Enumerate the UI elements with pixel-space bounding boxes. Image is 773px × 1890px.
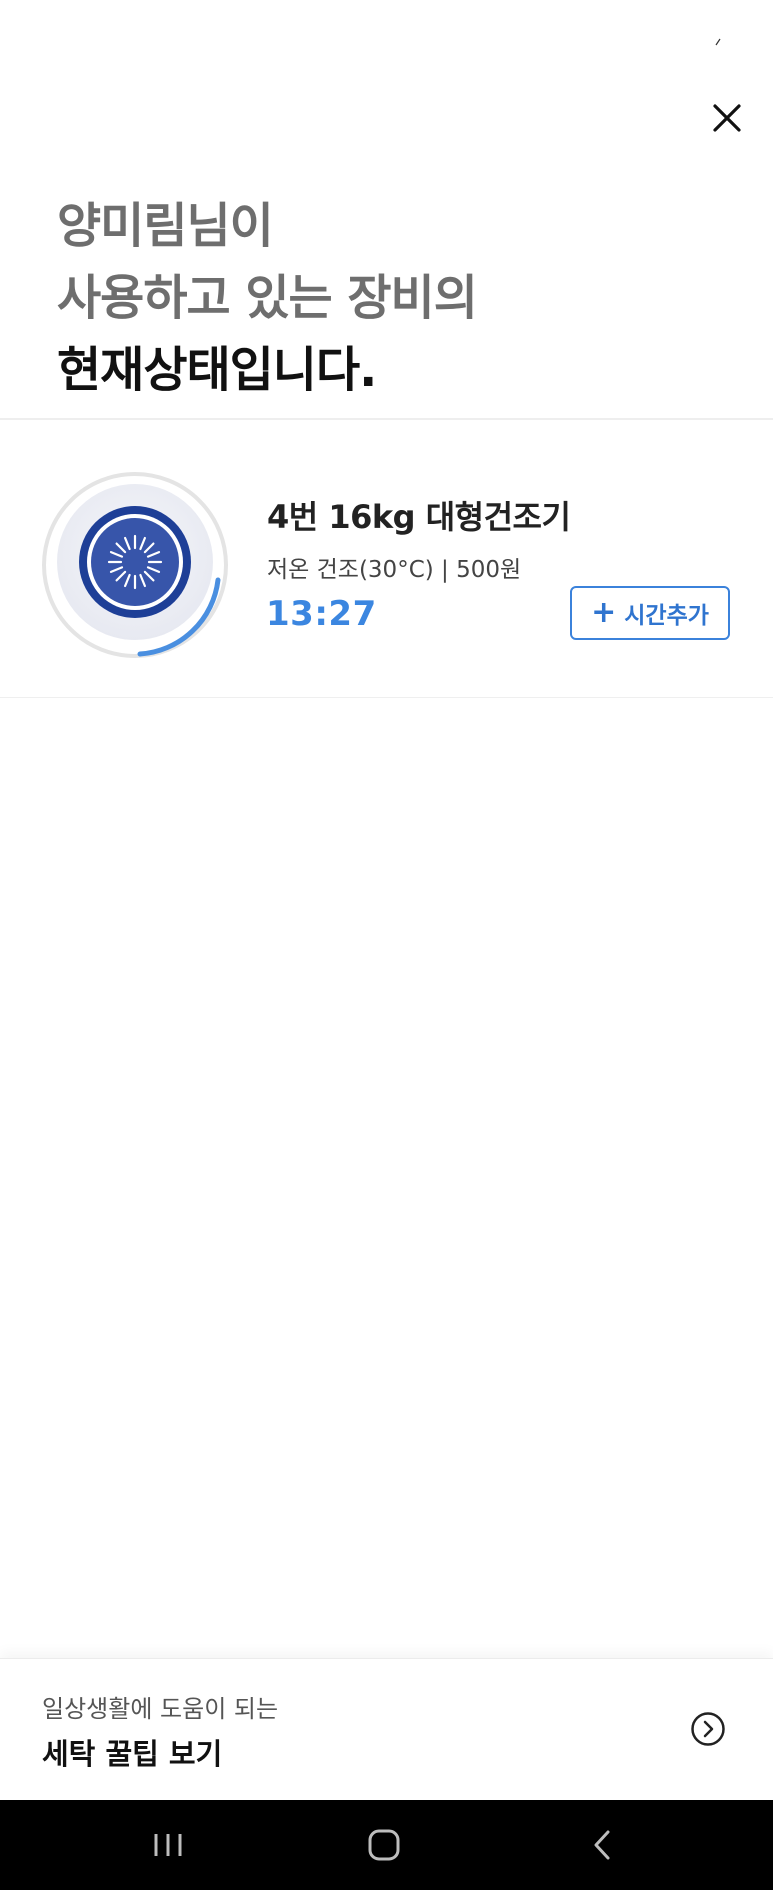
dryer-icon <box>42 472 228 658</box>
status-dot-icon <box>715 38 721 46</box>
laundry-tips-banner[interactable]: 일상생활에 도움이 되는 세탁 꿀팁 보기 <box>0 1658 773 1801</box>
home-icon[interactable] <box>354 1822 414 1868</box>
device-name: 4번 16kg 대형건조기 <box>267 498 571 536</box>
page-headline: 양미림님이 사용하고 있는 장비의 현재상태입니다. <box>57 190 478 406</box>
headline-using-equipment: 사용하고 있는 장비의 <box>57 270 478 326</box>
tips-subtitle: 일상생활에 도움이 되는 <box>42 1695 279 1723</box>
system-nav-bar <box>0 1800 773 1890</box>
headline-user-name: 양미림님이 <box>57 198 274 254</box>
tips-title: 세탁 꿀팁 보기 <box>42 1737 223 1771</box>
device-card[interactable]: 4번 16kg 대형건조기 저온 건조(30°C) | 500원 13:27 +… <box>0 420 773 697</box>
add-time-button[interactable]: + 시간추가 <box>570 586 730 640</box>
device-mode: 저온 건조(30°C) | 500원 <box>267 557 522 583</box>
remaining-time: 13:27 <box>266 594 377 634</box>
chevron-right-circle-icon[interactable] <box>690 1711 726 1747</box>
recent-apps-icon[interactable] <box>138 1822 198 1868</box>
device-status-page: 양미림님이 사용하고 있는 장비의 현재상태입니다. 4번 16kg 대형건조기… <box>0 0 773 1890</box>
add-time-label: 시간추가 <box>624 603 709 629</box>
back-icon[interactable] <box>572 1822 632 1868</box>
close-icon[interactable] <box>705 96 749 140</box>
divider <box>0 697 773 698</box>
headline-current-status: 현재상태입니다. <box>57 342 377 398</box>
plus-icon: + <box>591 595 617 630</box>
